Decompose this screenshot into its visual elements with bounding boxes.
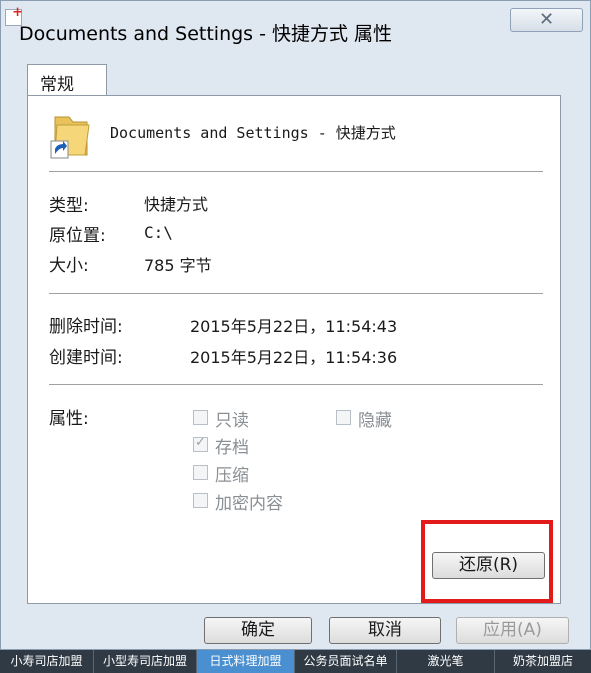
compress-label: 压缩 bbox=[215, 466, 249, 486]
size-label: 大小: bbox=[49, 256, 89, 276]
footer-link[interactable]: 小寿司店加盟 bbox=[0, 650, 94, 673]
type-label: 类型: bbox=[49, 196, 89, 216]
hidden-label: 隐藏 bbox=[358, 411, 392, 431]
compress-checkbox[interactable] bbox=[193, 465, 208, 480]
divider bbox=[49, 293, 543, 294]
check-icon: ✓ bbox=[195, 435, 206, 450]
footer-link-bar: 小寿司店加盟 小型寿司店加盟 日式料理加盟 公务员面试名单 激光笔 奶茶加盟店 bbox=[0, 650, 591, 673]
cancel-button[interactable]: 取消 bbox=[329, 617, 441, 644]
close-button[interactable]: ✕ bbox=[510, 8, 583, 32]
archive-label: 存档 bbox=[215, 438, 249, 458]
created-time-label: 创建时间: bbox=[49, 348, 123, 368]
window-title: Documents and Settings - 快捷方式 属性 bbox=[19, 23, 393, 45]
tab-general[interactable]: 常规 bbox=[27, 64, 107, 96]
deleted-time-label: 删除时间: bbox=[49, 317, 123, 337]
attributes-label: 属性: bbox=[49, 409, 89, 429]
encrypt-checkbox[interactable] bbox=[193, 493, 208, 508]
hidden-checkbox[interactable] bbox=[336, 410, 351, 425]
archive-checkbox[interactable]: ✓ bbox=[193, 435, 208, 452]
highlight-box bbox=[421, 520, 553, 603]
item-name: Documents and Settings - 快捷方式 bbox=[110, 124, 396, 142]
deleted-time-value: 2015年5月22日，11:54:43 bbox=[190, 317, 398, 336]
created-time-value: 2015年5月22日，11:54:36 bbox=[190, 348, 398, 367]
divider bbox=[49, 171, 543, 172]
size-value: 785 字节 bbox=[144, 256, 212, 275]
folder-shortcut-icon bbox=[50, 116, 90, 159]
type-value: 快捷方式 bbox=[144, 195, 209, 214]
properties-window: + Documents and Settings - 快捷方式 属性 ✕ 常规 … bbox=[0, 0, 591, 650]
readonly-checkbox[interactable] bbox=[193, 410, 208, 425]
footer-link[interactable]: 公务员面试名单 bbox=[295, 650, 397, 673]
ok-button[interactable]: 确定 bbox=[204, 617, 312, 644]
footer-link[interactable]: 奶茶加盟店 bbox=[495, 650, 591, 673]
encrypt-label: 加密内容 bbox=[215, 494, 283, 514]
location-value: C:\ bbox=[144, 223, 173, 242]
footer-link[interactable]: 日式料理加盟 bbox=[197, 650, 295, 673]
footer-link[interactable]: 小型寿司店加盟 bbox=[94, 650, 197, 673]
divider bbox=[49, 384, 543, 385]
footer-link[interactable]: 激光笔 bbox=[397, 650, 495, 673]
readonly-label: 只读 bbox=[215, 411, 249, 431]
location-label: 原位置: bbox=[49, 226, 106, 246]
apply-button[interactable]: 应用(A) bbox=[456, 617, 569, 644]
